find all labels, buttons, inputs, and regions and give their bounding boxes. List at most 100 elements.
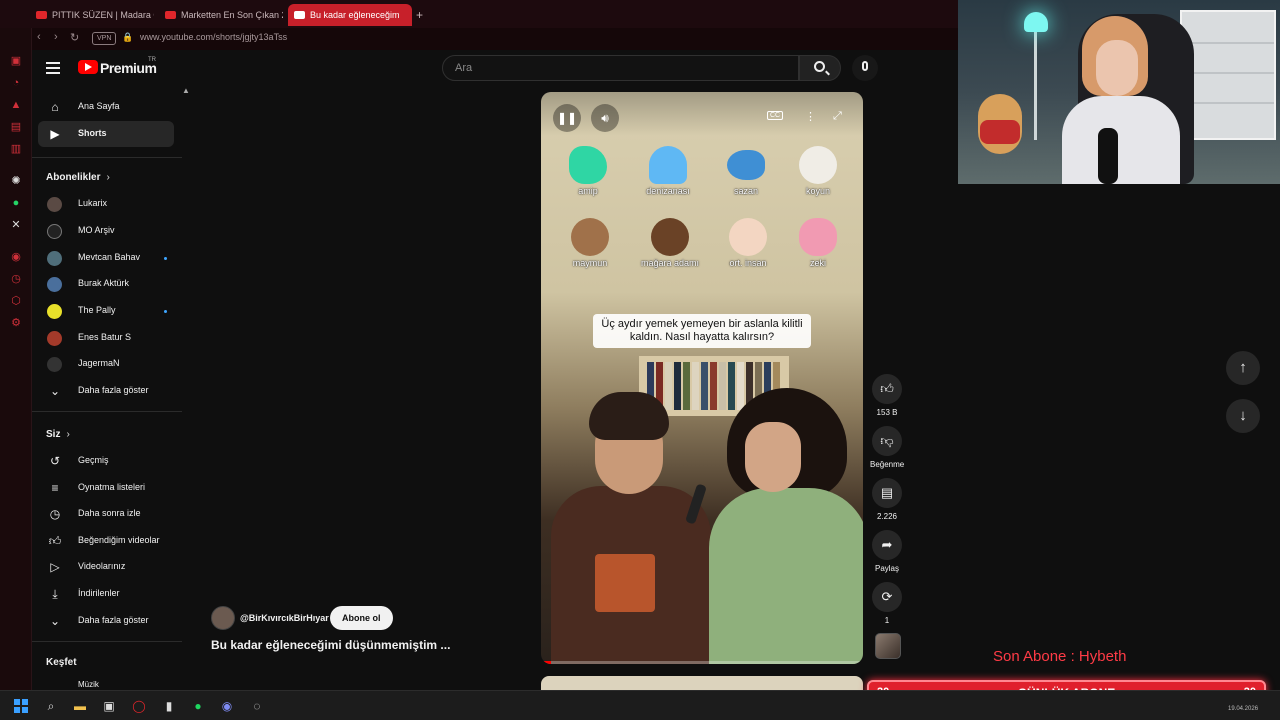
emoji-item: amip bbox=[553, 146, 623, 196]
sidebar-item-home[interactable]: ⌂ Ana Sayfa bbox=[38, 94, 174, 120]
mic-icon bbox=[862, 61, 868, 71]
sidebar-item-lukarix[interactable]: Lukarix bbox=[38, 191, 174, 217]
search-button[interactable] bbox=[799, 55, 841, 81]
shorts-player[interactable]: ❚❚ 🔊︎ CC ⋮ ⤢ amip denizanası sazan koyun bbox=[541, 92, 863, 664]
x-icon[interactable]: ✕ bbox=[9, 218, 23, 232]
tab-3-label: Bu kadar eğleneceğim bbox=[310, 10, 400, 20]
book bbox=[701, 362, 708, 410]
tab-3-active[interactable]: Bu kadar eğleneceğim bbox=[288, 4, 412, 26]
address-bar: ‹ › ↻ VPN 🔒 www.youtube.com/shorts/jgjty… bbox=[32, 28, 958, 50]
video-caption: Üç aydır yemek yemeyen bir aslanla kilit… bbox=[593, 314, 811, 348]
more-vert-icon[interactable]: ⋮ bbox=[805, 110, 816, 123]
hair bbox=[589, 392, 669, 440]
sidebar-item-label: The Pally bbox=[78, 305, 116, 315]
rail-icon-1[interactable]: ▣ bbox=[9, 54, 23, 68]
video-progress-bar[interactable] bbox=[541, 661, 863, 664]
volume-icon[interactable]: 🔊︎ bbox=[591, 104, 619, 132]
chatgpt-icon[interactable]: ✺ bbox=[9, 174, 23, 188]
sidebar-item-the-pally[interactable]: The Pally bbox=[38, 298, 174, 324]
vpn-badge[interactable]: VPN bbox=[92, 32, 117, 45]
brain-icon bbox=[799, 218, 837, 256]
face bbox=[745, 422, 801, 492]
file-explorer-icon[interactable]: ▬ bbox=[71, 697, 89, 715]
fullscreen-icon[interactable]: ⤢ bbox=[833, 110, 842, 123]
sidebar-show-more-subscriptions[interactable]: ⌄ Daha fazla göster bbox=[38, 378, 174, 404]
sidebar-item-shorts[interactable]: ▶ Shorts bbox=[38, 121, 174, 147]
rail-icon-4[interactable]: ▤ bbox=[9, 120, 23, 134]
hamburger-icon[interactable] bbox=[46, 62, 60, 74]
forward-icon[interactable]: › bbox=[54, 31, 58, 43]
audio-app-icon[interactable]: ▮ bbox=[160, 697, 178, 715]
sidebar-item-your-videos[interactable]: ▷ Videolarınız bbox=[38, 554, 174, 580]
sound-thumbnail[interactable] bbox=[875, 633, 901, 659]
whatsapp-icon[interactable]: ● bbox=[9, 196, 23, 210]
sidebar-item-jagerman[interactable]: JagermaN bbox=[38, 351, 174, 377]
next-short-preview[interactable] bbox=[541, 676, 863, 690]
clock-rail-icon[interactable]: ◷ bbox=[9, 272, 23, 286]
next-short-button[interactable]: ↓ bbox=[1226, 399, 1260, 433]
you-heading-label: Siz bbox=[46, 429, 61, 440]
teddy-shirt bbox=[980, 120, 1020, 144]
subscribe-button[interactable]: Abone ol bbox=[330, 606, 393, 630]
dislike-button[interactable]: 👎︎ Beğenme bbox=[870, 426, 904, 469]
monkey-icon bbox=[571, 218, 609, 256]
sidebar-item-burak-akturk[interactable]: Burak Aktürk bbox=[38, 271, 174, 297]
reload-icon[interactable]: ↻ bbox=[70, 31, 79, 44]
emoji-label: ort. insan bbox=[729, 258, 767, 268]
rail-icon-5[interactable]: ▥ bbox=[9, 142, 23, 156]
sidebar-item-watch-later[interactable]: ◷ Daha sonra izle bbox=[38, 501, 174, 527]
sidebar-item-label: Geçmiş bbox=[78, 455, 109, 465]
obs-icon[interactable]: ◌ bbox=[248, 697, 266, 715]
previous-short-button[interactable]: ↑ bbox=[1226, 351, 1260, 385]
sidebar-item-mevtcan-bahav[interactable]: Mevtcan Bahav bbox=[38, 245, 174, 271]
spotify-icon[interactable]: ● bbox=[189, 697, 207, 715]
rail-icon-3[interactable]: ▲ bbox=[9, 98, 23, 112]
rail-icon-2[interactable]: ◔ bbox=[9, 76, 23, 90]
url-field[interactable]: www.youtube.com/shorts/jgjty13aTss bbox=[140, 32, 287, 42]
channel-name[interactable]: @BirKıvırcıkBirHıyar bbox=[240, 613, 329, 623]
windows-start-icon[interactable] bbox=[14, 699, 28, 713]
emoji-item: ort. insan bbox=[713, 218, 783, 268]
sidebar-item-liked-videos[interactable]: 👍︎ Beğendiğim videolar bbox=[38, 528, 174, 554]
sidebar-item-music-label[interactable]: Müzik bbox=[78, 680, 99, 689]
shelf-row bbox=[1182, 102, 1274, 104]
back-icon[interactable]: ‹ bbox=[37, 31, 41, 43]
pause-icon[interactable]: ❚❚ bbox=[553, 104, 581, 132]
comment-count: 2.226 bbox=[876, 512, 898, 521]
you-heading[interactable]: Siz › bbox=[46, 429, 70, 440]
player-icon[interactable]: ◉ bbox=[9, 250, 23, 264]
sidebar-item-mo-arsiv[interactable]: MO Arşiv bbox=[38, 218, 174, 244]
remix-button[interactable]: ⟳ 1 bbox=[870, 582, 904, 625]
search-input[interactable] bbox=[455, 62, 775, 74]
sidebar-item-label: Ana Sayfa bbox=[78, 101, 120, 111]
voice-search-button[interactable] bbox=[852, 55, 878, 81]
settings-rail-icon[interactable]: ⚙ bbox=[9, 316, 23, 330]
tab-2[interactable]: Marketten En Son Çıkan 2 bbox=[159, 4, 283, 26]
sidebar-item-playlists[interactable]: ≡ Oynatma listeleri bbox=[38, 475, 174, 501]
discord-icon[interactable]: ◉ bbox=[218, 697, 236, 715]
channel-avatar[interactable] bbox=[211, 606, 235, 630]
sidebar-item-history[interactable]: ↺ Geçmiş bbox=[38, 448, 174, 474]
tab-1[interactable]: PITTIK SÜZEN | Madara O bbox=[30, 4, 154, 26]
like-icon: 👍︎ bbox=[48, 534, 62, 548]
sidebar-item-label: Shorts bbox=[78, 128, 107, 138]
captions-icon[interactable]: CC bbox=[767, 111, 784, 120]
subscriptions-heading[interactable]: Abonelikler › bbox=[46, 172, 110, 183]
subscriptions-heading-label: Abonelikler bbox=[46, 172, 101, 183]
sidebar-item-enes-batur[interactable]: Enes Batur S bbox=[38, 325, 174, 351]
brand-region: TR bbox=[148, 57, 156, 63]
taskbar-search-icon[interactable]: ⌕ bbox=[42, 697, 60, 715]
share-button[interactable]: ➦ Paylaş bbox=[870, 530, 904, 573]
video-title[interactable]: Bu kadar eğleneceğimi düşünmemiştim ... bbox=[211, 638, 450, 652]
video-progress-fill bbox=[541, 661, 551, 664]
snipping-tool-icon[interactable]: ▣ bbox=[100, 697, 118, 715]
like-button[interactable]: 👍︎ 153 B bbox=[870, 374, 904, 417]
opera-taskbar-icon[interactable]: ◯ bbox=[130, 697, 148, 715]
comments-button[interactable]: ▤ 2.226 bbox=[870, 478, 904, 521]
sidebar-show-more-you[interactable]: ⌄ Daha fazla göster bbox=[38, 608, 174, 634]
cube-icon[interactable]: ⬡ bbox=[9, 294, 23, 308]
avatar bbox=[47, 277, 62, 292]
new-tab-icon[interactable]: + bbox=[416, 8, 423, 22]
youtube-logo-icon[interactable] bbox=[78, 60, 98, 74]
sidebar-item-downloads[interactable]: ⤓ İndirilenler bbox=[38, 581, 174, 607]
